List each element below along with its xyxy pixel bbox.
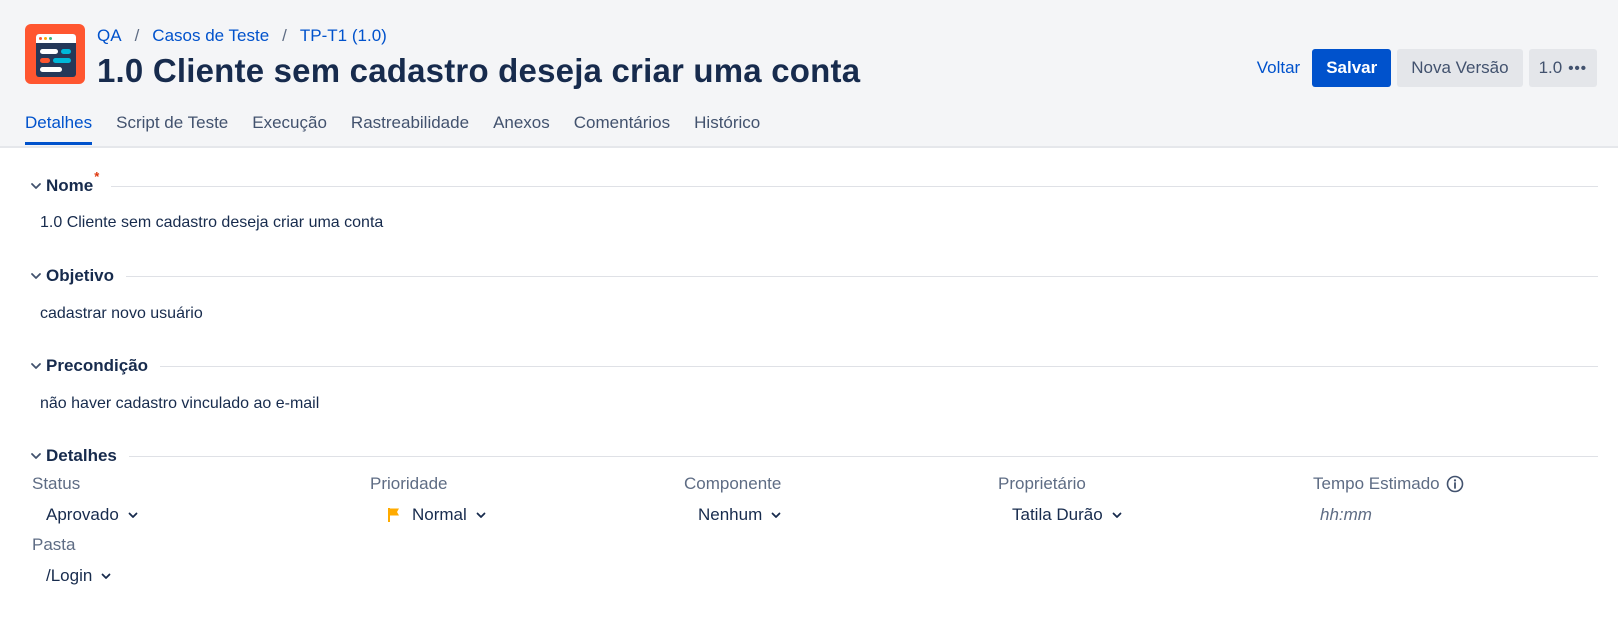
- priority-label: Prioridade: [370, 474, 448, 493]
- section-divider: [128, 455, 1598, 457]
- name-value[interactable]: 1.0 Cliente sem cadastro deseja criar um…: [40, 214, 383, 232]
- page-header: QA / Casos de Teste / TP-T1 (1.0) 1.0 Cl…: [0, 0, 1618, 148]
- breadcrumb: QA / Casos de Teste / TP-T1 (1.0): [97, 26, 387, 46]
- section-divider: [126, 275, 1598, 277]
- folder-select[interactable]: /Login: [46, 566, 112, 586]
- precondition-value[interactable]: não haver cadastro vinculado ao e-mail: [40, 395, 319, 413]
- status-value: Aprovado: [46, 505, 119, 524]
- tab-details[interactable]: Detalhes: [25, 113, 93, 145]
- chevron-down-icon: [100, 570, 112, 582]
- section-title: Precondição: [46, 356, 149, 375]
- version-label: 1.0: [1538, 58, 1563, 77]
- app-logo: [25, 24, 85, 84]
- section-divider: [111, 185, 1598, 187]
- component-value: Nenhum: [698, 505, 763, 524]
- owner-value: Tatila Durão: [1012, 505, 1103, 524]
- version-menu-button[interactable]: 1.0 •••: [1528, 49, 1597, 87]
- chevron-down-icon[interactable]: [30, 270, 42, 282]
- priority-select[interactable]: Normal: [386, 505, 487, 525]
- flag-icon: [386, 507, 402, 523]
- section-details-header[interactable]: Detalhes: [30, 446, 1598, 466]
- section-title: Nome*: [46, 169, 100, 195]
- breadcrumb-separator: /: [282, 26, 287, 45]
- chevron-down-icon: [127, 509, 139, 521]
- breadcrumb-separator: /: [134, 26, 140, 45]
- section-name-header[interactable]: Nome*: [30, 169, 1598, 196]
- status-select[interactable]: Aprovado: [46, 505, 139, 525]
- breadcrumb-item-qa[interactable]: QA: [97, 26, 122, 46]
- section-precondition-header[interactable]: Precondição: [30, 356, 1598, 376]
- info-icon[interactable]: [1446, 475, 1464, 493]
- priority-value: Normal: [412, 505, 467, 524]
- tab-bar: Detalhes Script de Teste Execução Rastre…: [25, 113, 784, 145]
- more-dots-icon: •••: [1568, 59, 1587, 77]
- section-title: Detalhes: [46, 446, 117, 465]
- estimated-time-label: Tempo Estimado: [1313, 474, 1440, 493]
- folder-label: Pasta: [32, 535, 76, 554]
- tab-attachments[interactable]: Anexos: [493, 113, 550, 145]
- back-button[interactable]: Voltar: [1255, 49, 1302, 87]
- save-button[interactable]: Salvar: [1312, 49, 1392, 87]
- section-objective-header[interactable]: Objetivo: [30, 266, 1598, 286]
- required-marker: *: [94, 169, 100, 184]
- component-label: Componente: [684, 474, 782, 493]
- status-label: Status: [32, 474, 81, 493]
- objective-value[interactable]: cadastrar novo usuário: [40, 305, 203, 323]
- chevron-down-icon: [770, 509, 782, 521]
- header-actions: Voltar Salvar Nova Versão 1.0 •••: [1255, 49, 1597, 87]
- estimated-time-label-row: Tempo Estimado: [1313, 474, 1464, 494]
- tab-execution[interactable]: Execução: [252, 113, 327, 145]
- tab-traceability[interactable]: Rastreabilidade: [351, 113, 469, 145]
- component-select[interactable]: Nenhum: [698, 505, 782, 525]
- estimated-time-input[interactable]: hh:mm: [1320, 505, 1372, 525]
- chevron-down-icon[interactable]: [30, 450, 42, 462]
- breadcrumb-item-test-cases[interactable]: Casos de Teste: [152, 26, 269, 46]
- tab-comments[interactable]: Comentários: [574, 113, 670, 145]
- app-logo-screen: [36, 34, 76, 77]
- chevron-down-icon: [1111, 509, 1123, 521]
- chevron-down-icon: [475, 509, 487, 521]
- breadcrumb-item-test-case-key[interactable]: TP-T1 (1.0): [300, 26, 387, 46]
- owner-label: Proprietário: [998, 474, 1086, 493]
- section-divider: [160, 365, 1598, 367]
- page-title: 1.0 Cliente sem cadastro deseja criar um…: [97, 52, 861, 89]
- chevron-down-icon[interactable]: [30, 360, 42, 372]
- tab-test-script[interactable]: Script de Teste: [116, 113, 228, 145]
- section-title: Objetivo: [46, 266, 115, 285]
- owner-select[interactable]: Tatila Durão: [1012, 505, 1123, 525]
- chevron-down-icon[interactable]: [30, 180, 42, 192]
- new-version-button[interactable]: Nova Versão: [1397, 49, 1523, 87]
- folder-value: /Login: [46, 566, 93, 585]
- tab-history[interactable]: Histórico: [694, 113, 760, 145]
